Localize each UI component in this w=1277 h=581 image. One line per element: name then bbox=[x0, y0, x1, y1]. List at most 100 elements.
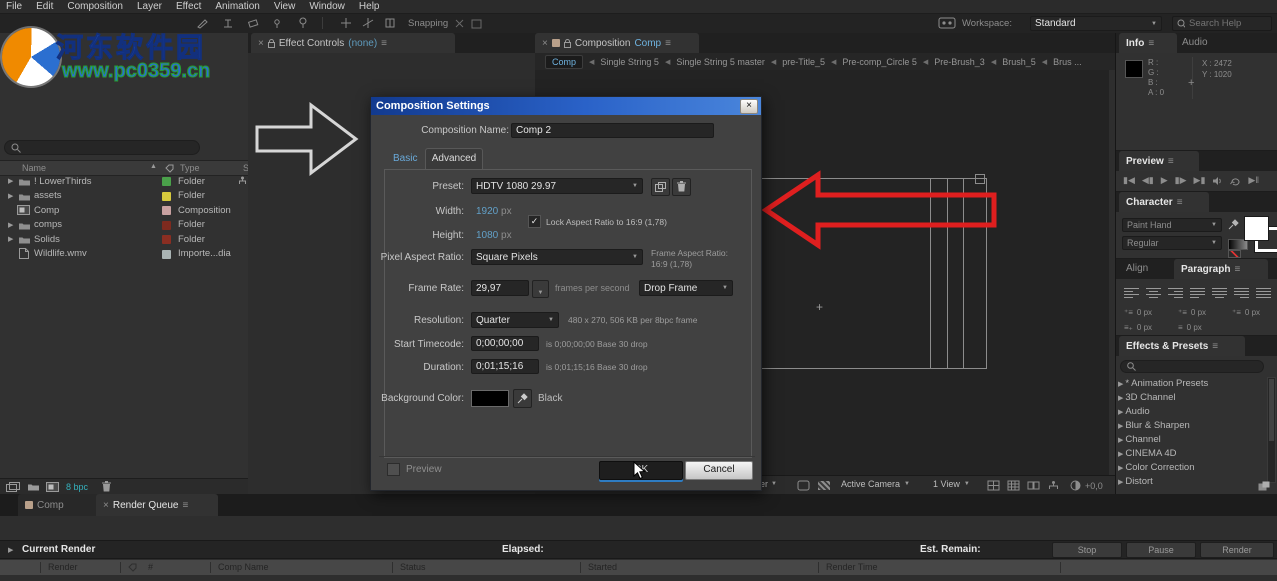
menu-effect[interactable]: Effect bbox=[176, 1, 201, 12]
breadcrumb-item[interactable]: Pre-Brush_3 bbox=[934, 57, 985, 67]
world-axis-mode-icon[interactable] bbox=[362, 17, 375, 29]
dialog-close-button[interactable]: × bbox=[740, 99, 758, 114]
new-preset-icon[interactable] bbox=[1258, 481, 1270, 491]
last-frame-icon[interactable]: ▶▮ bbox=[1194, 175, 1206, 186]
tab-paragraph[interactable]: Paragraph≡ bbox=[1174, 259, 1268, 279]
ram-preview-icon[interactable]: ▶‖ bbox=[1248, 175, 1259, 186]
effects-scrollbar[interactable] bbox=[1267, 377, 1276, 483]
eraser-tool-icon[interactable] bbox=[246, 17, 260, 29]
roto-brush-tool-icon[interactable] bbox=[271, 17, 285, 29]
audio-mute-icon[interactable] bbox=[1212, 176, 1223, 186]
project-search-box[interactable] bbox=[4, 140, 200, 155]
panel-menu-icon[interactable]: ≡ bbox=[1177, 197, 1183, 208]
eyedropper-icon[interactable] bbox=[1228, 219, 1239, 230]
cancel-button[interactable]: Cancel bbox=[685, 461, 753, 480]
snapping-label[interactable]: Snapping bbox=[408, 18, 448, 29]
tab-audio[interactable]: Audio bbox=[1182, 37, 1208, 48]
panel-menu-icon[interactable]: ≡ bbox=[1212, 341, 1218, 352]
exposure-icon[interactable] bbox=[1070, 480, 1081, 491]
project-row[interactable]: Comp Composition bbox=[0, 203, 248, 217]
region-of-interest-icon[interactable] bbox=[797, 480, 810, 491]
effects-category[interactable]: ▶ CINEMA 4D bbox=[1118, 447, 1208, 461]
tab-comp-timeline[interactable]: Comp bbox=[18, 494, 104, 516]
loop-icon[interactable] bbox=[1230, 176, 1241, 186]
tab-basic[interactable]: Basic bbox=[393, 153, 417, 164]
grid-guides-icon[interactable] bbox=[1007, 480, 1020, 491]
tab-effect-controls[interactable]: × Effect Controls (none) ≡ bbox=[251, 33, 455, 53]
rq-col-comp-name[interactable]: Comp Name bbox=[218, 562, 269, 572]
menu-composition[interactable]: Composition bbox=[67, 1, 123, 12]
frame-rate-input[interactable] bbox=[471, 280, 529, 296]
brush-tool-icon[interactable] bbox=[196, 17, 210, 29]
pause-button[interactable]: Pause bbox=[1126, 542, 1196, 558]
menu-window[interactable]: Window bbox=[309, 1, 345, 12]
font-family-select[interactable]: Paint Hand▼ bbox=[1122, 218, 1222, 232]
preset-select[interactable]: HDTV 1080 29.97▼ bbox=[471, 178, 643, 194]
stop-button[interactable]: Stop bbox=[1052, 542, 1122, 558]
effects-category[interactable]: ▶ Channel bbox=[1118, 433, 1208, 447]
breadcrumb-item[interactable]: Single String 5 bbox=[600, 57, 659, 67]
twirl-icon[interactable]: ▶ bbox=[8, 221, 13, 229]
pixel-aspect-correction-icon[interactable] bbox=[1027, 480, 1040, 491]
camera-select[interactable]: Active Camera▼ bbox=[841, 479, 910, 489]
first-frame-icon[interactable]: ▮◀ bbox=[1123, 175, 1135, 186]
resolution-select[interactable]: Quarter▼ bbox=[471, 312, 559, 328]
effects-category[interactable]: ▶ Distort bbox=[1118, 475, 1208, 489]
item-name[interactable]: comps bbox=[34, 219, 62, 230]
panel-menu-icon[interactable]: ≡ bbox=[182, 500, 188, 511]
menu-layer[interactable]: Layer bbox=[137, 1, 162, 12]
title-action-safe-icon[interactable] bbox=[987, 480, 1000, 491]
checkbox-checked-icon[interactable]: ✓ bbox=[528, 215, 541, 228]
view-axis-mode-icon[interactable] bbox=[384, 17, 397, 29]
font-style-select[interactable]: Regular▼ bbox=[1122, 236, 1222, 250]
breadcrumb-item[interactable]: Brus ... bbox=[1053, 57, 1082, 67]
project-row[interactable]: Wildlife.wmv Importe...dia bbox=[0, 247, 248, 261]
indent-right-field[interactable]: ⁺≡0 px bbox=[1232, 308, 1260, 317]
panel-menu-icon[interactable]: ≡ bbox=[1234, 264, 1240, 275]
twirl-icon[interactable]: ▶ bbox=[8, 177, 13, 185]
height-value[interactable]: 1080 px bbox=[476, 230, 512, 241]
background-eyedropper-button[interactable] bbox=[513, 389, 532, 408]
item-name[interactable]: Wildlife.wmv bbox=[34, 248, 87, 259]
tab-align[interactable]: Align bbox=[1126, 263, 1148, 274]
align-left-icon[interactable] bbox=[1124, 286, 1139, 298]
play-icon[interactable]: ▶ bbox=[1161, 175, 1168, 186]
pixel-aspect-select[interactable]: Square Pixels▼ bbox=[471, 249, 643, 265]
rq-col-status[interactable]: Status bbox=[400, 562, 426, 572]
next-frame-icon[interactable]: ▮▶ bbox=[1175, 175, 1187, 186]
label-tag-icon[interactable] bbox=[128, 563, 137, 572]
preview-checkbox[interactable]: Preview bbox=[387, 463, 442, 476]
align-right-icon[interactable] bbox=[1168, 286, 1183, 298]
rq-col-render-time[interactable]: Render Time bbox=[826, 562, 878, 572]
clone-stamp-tool-icon[interactable] bbox=[221, 17, 235, 29]
breadcrumb-comp-active[interactable]: Comp bbox=[545, 55, 583, 69]
trash-icon[interactable] bbox=[102, 481, 111, 492]
breadcrumb-item[interactable]: pre-Title_5 bbox=[782, 57, 825, 67]
effects-search-box[interactable] bbox=[1120, 360, 1264, 373]
transparency-grid-icon[interactable] bbox=[818, 481, 830, 490]
effects-category[interactable]: ▶ Color Correction bbox=[1118, 461, 1208, 475]
tab-effects-presets[interactable]: Effects & Presets≡ bbox=[1119, 336, 1245, 356]
justify-last-right-icon[interactable] bbox=[1234, 286, 1249, 298]
render-button[interactable]: Render bbox=[1200, 542, 1274, 558]
twirl-icon[interactable]: ▶ bbox=[8, 546, 13, 554]
column-name[interactable]: Name bbox=[22, 163, 46, 173]
label-color-swatch[interactable] bbox=[162, 221, 171, 230]
effects-category[interactable]: ▶ Audio bbox=[1118, 405, 1208, 419]
mini-flowchart-icon[interactable] bbox=[1047, 480, 1060, 491]
duration-input[interactable] bbox=[471, 359, 539, 374]
resolution-select[interactable]: er▼ bbox=[760, 479, 777, 489]
panel-menu-icon[interactable]: ≡ bbox=[665, 38, 671, 49]
label-color-swatch[interactable] bbox=[162, 235, 171, 244]
tab-render-queue[interactable]: × Render Queue ≡ bbox=[96, 494, 218, 516]
space-after-field[interactable]: ≡0 px bbox=[1178, 323, 1202, 332]
menu-view[interactable]: View bbox=[274, 1, 296, 12]
menu-animation[interactable]: Animation bbox=[215, 1, 259, 12]
new-composition-icon[interactable] bbox=[46, 482, 59, 492]
fill-color-swatch[interactable] bbox=[1244, 216, 1269, 241]
item-name[interactable]: Comp bbox=[34, 205, 59, 216]
indent-first-line-field[interactable]: ⁺≡0 px bbox=[1178, 308, 1206, 317]
delete-preset-button[interactable] bbox=[672, 178, 691, 196]
justify-all-icon[interactable] bbox=[1256, 286, 1271, 298]
interpret-footage-icon[interactable] bbox=[6, 482, 20, 492]
